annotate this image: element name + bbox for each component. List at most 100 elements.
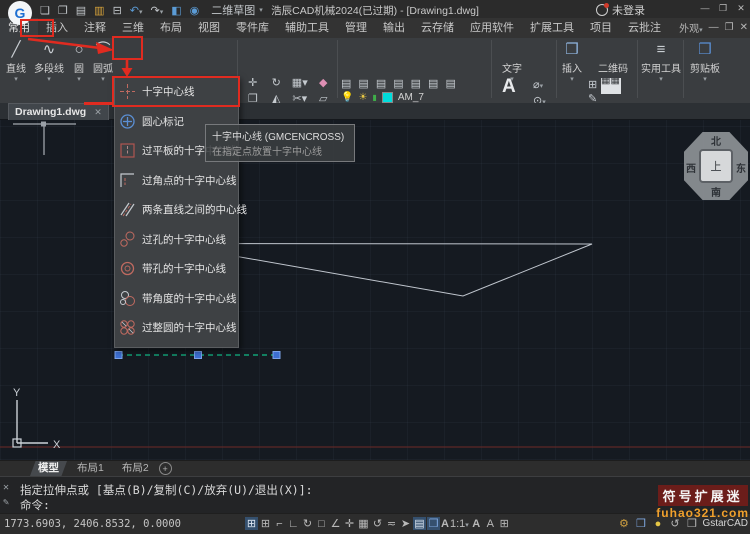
close-icon[interactable]: ✕: [94, 104, 102, 121]
layer-state-icon[interactable]: ▤: [428, 77, 438, 90]
view-cube-east[interactable]: 东: [736, 160, 746, 175]
snap-mode-icon[interactable]: ⌐: [273, 518, 286, 530]
layer-state-icon[interactable]: ▤: [341, 77, 351, 90]
tab-layout[interactable]: 布局: [152, 18, 190, 38]
workspace-icon[interactable]: ◧: [171, 4, 181, 17]
gear-icon[interactable]: ⚙: [617, 517, 630, 530]
workspace-select[interactable]: 二维草图 ▾: [207, 2, 267, 18]
appearance-menu[interactable]: 外观▾: [679, 20, 703, 35]
redo-icon[interactable]: ↷▾: [151, 4, 164, 17]
ribbon-close-icon[interactable]: ✕: [740, 22, 748, 33]
lineweight-icon[interactable]: ≂: [385, 517, 398, 530]
view-cube-south[interactable]: 南: [711, 184, 721, 199]
array-icon[interactable]: ▦▾: [288, 77, 312, 90]
layer-state-icon[interactable]: ▤: [445, 77, 455, 90]
annotation-auto-icon[interactable]: A: [484, 518, 497, 530]
close-icon[interactable]: ✕: [3, 482, 9, 493]
tab-cloud-storage[interactable]: 云存储: [413, 18, 462, 38]
snap-icon[interactable]: ⊞: [245, 517, 258, 530]
polyline-tool[interactable]: ∿ 多段线 ▾: [32, 40, 66, 83]
tab-manage[interactable]: 管理: [337, 18, 375, 38]
flyout-item-corner-cross[interactable]: 过角点的十字中心线: [115, 166, 238, 196]
insert-block-tool[interactable]: ❒ 插入 ▾: [558, 40, 586, 83]
save-all-icon[interactable]: ▥: [94, 4, 104, 17]
ribbon-restore-icon[interactable]: ❐: [725, 22, 734, 33]
tab-extension-tools[interactable]: 扩展工具: [522, 18, 582, 38]
ortho-icon[interactable]: ∟: [287, 518, 300, 530]
osnap-icon[interactable]: □: [315, 518, 328, 530]
tab-layout2[interactable]: 布局2: [114, 461, 157, 476]
qrcode-icon[interactable]: [601, 78, 621, 94]
flyout-item-with-hole[interactable]: 带孔的十字中心线: [115, 254, 238, 284]
layer-color-swatch[interactable]: [382, 92, 393, 103]
line-tool[interactable]: ╱ 直线 ▾: [1, 40, 31, 83]
save-icon[interactable]: ▤: [76, 4, 86, 17]
layer-state-icon[interactable]: ▤: [393, 77, 403, 90]
layer-thaw-icon[interactable]: ☀: [358, 92, 367, 103]
tab-apps[interactable]: 应用软件: [462, 18, 522, 38]
flyout-item-between-lines[interactable]: 两条直线之间的中心线: [115, 195, 238, 225]
annotation-visibility-icon[interactable]: A: [470, 518, 483, 530]
circle-tool[interactable]: ○ 圆 ▾: [66, 40, 92, 83]
minimize-icon[interactable]: —: [696, 0, 714, 17]
annotation-icon[interactable]: A: [441, 518, 449, 530]
command-line-panel[interactable]: ✕ ✎ 指定拉伸点或 [基点(B)/复制(C)/放弃(U)/退出(X)]: 命令…: [0, 476, 750, 513]
tab-parts-library[interactable]: 零件库: [228, 18, 277, 38]
text-tool[interactable]: 文字 ▾: [497, 60, 527, 83]
tab-cloud-annotate[interactable]: 云批注: [620, 18, 669, 38]
chat-icon[interactable]: ◉: [190, 4, 200, 17]
utility-tool[interactable]: ≡ 实用工具 ▾: [640, 40, 682, 83]
add-layout-icon[interactable]: +: [159, 462, 172, 475]
grip-middle[interactable]: [195, 352, 202, 359]
maximize-icon[interactable]: ❐: [714, 0, 732, 17]
arc-tool[interactable]: ⌒ 圆弧 ▾: [90, 40, 116, 83]
grid-icon[interactable]: ⊞: [259, 517, 272, 530]
open-file-icon[interactable]: ❐: [58, 4, 68, 17]
grip-left[interactable]: [115, 352, 122, 359]
tab-aux-tools[interactable]: 辅助工具: [277, 18, 337, 38]
bulb-icon[interactable]: ●: [651, 518, 664, 530]
current-layer-name[interactable]: AM_7: [398, 92, 424, 103]
dynamic-ucs-icon[interactable]: ✛: [343, 517, 356, 530]
qrcode-tool[interactable]: 二维码: [598, 60, 628, 75]
view-cube[interactable]: 北 西 东 南 上: [684, 132, 748, 200]
erase-icon[interactable]: ◆: [312, 77, 336, 90]
centerline-grip[interactable]: [41, 122, 46, 127]
tab-output[interactable]: 输出: [375, 18, 413, 38]
tab-insert[interactable]: 插入: [38, 18, 76, 38]
command-prompt[interactable]: 命令:: [20, 497, 50, 513]
flyout-item-full-circles[interactable]: 过整圆的十字中心线: [115, 313, 238, 343]
view-cube-north[interactable]: 北: [711, 133, 721, 148]
create-block-icon[interactable]: ⊞: [588, 78, 597, 91]
tab-annotate[interactable]: 注释: [76, 18, 114, 38]
layer-state-icon[interactable]: ▤: [358, 77, 368, 90]
view-cube-west[interactable]: 西: [686, 160, 696, 175]
dimension-icon[interactable]: ⌀▾: [533, 78, 543, 91]
tab-model[interactable]: 模型: [30, 461, 67, 476]
customize-grid-icon[interactable]: ⊞: [498, 517, 511, 530]
otrack-icon[interactable]: ∠: [329, 517, 342, 530]
layer-unlock-icon[interactable]: ▮: [372, 93, 376, 102]
workspace-switch-icon[interactable]: ❒: [427, 517, 440, 530]
tab-3d[interactable]: 三维: [114, 18, 152, 38]
fullscreen-icon[interactable]: ❐: [685, 517, 698, 530]
ribbon-minimize-icon[interactable]: —: [709, 22, 719, 33]
close-icon[interactable]: ✕: [732, 0, 750, 17]
monitor-icon[interactable]: ❒: [634, 517, 647, 530]
selection-icon[interactable]: ➤: [399, 517, 412, 530]
new-file-icon[interactable]: ❏: [40, 4, 50, 17]
flyout-item-through-holes[interactable]: 过孔的十字中心线: [115, 225, 238, 255]
cycle-icon[interactable]: ↺: [371, 517, 384, 530]
polar-icon[interactable]: ↻: [301, 517, 314, 530]
clean-screen-icon[interactable]: ↺: [668, 517, 681, 530]
clipboard-tool[interactable]: ❒ 剪贴板 ▾: [686, 40, 724, 83]
layer-state-icon[interactable]: ▤: [411, 77, 421, 90]
flyout-item-cross-centerline[interactable]: 十字中心线: [115, 77, 238, 107]
dynamic-input-icon[interactable]: ▦: [357, 517, 370, 530]
annotation-scale[interactable]: 1:1▾: [450, 518, 469, 530]
layer-state-icon[interactable]: ▤: [376, 77, 386, 90]
drawing-canvas[interactable]: Y X 北 西 东 南 上: [0, 120, 750, 460]
tab-project[interactable]: 项目: [582, 18, 620, 38]
tab-view[interactable]: 视图: [190, 18, 228, 38]
document-tab[interactable]: Drawing1.dwg ✕: [8, 103, 109, 120]
